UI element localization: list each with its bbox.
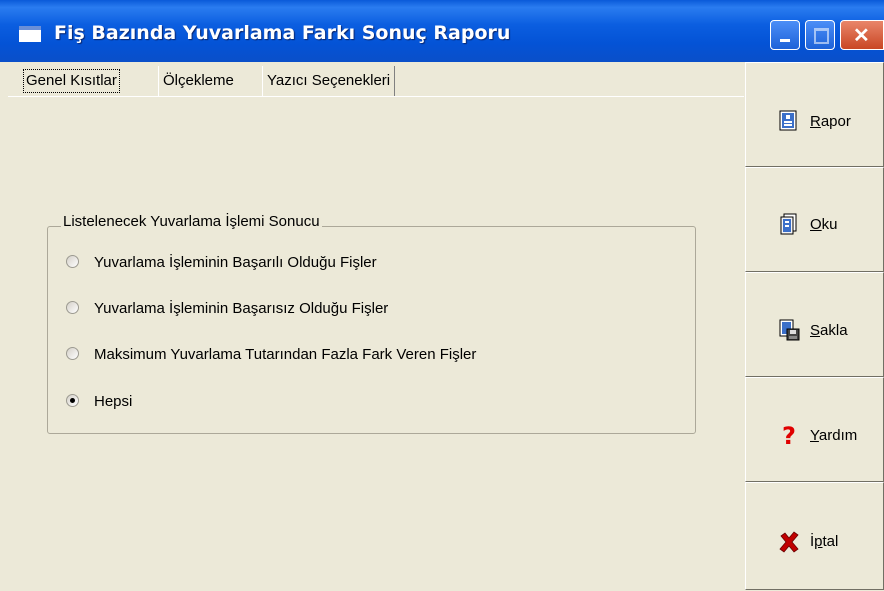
button-mnemonic: S (810, 322, 821, 339)
groupbox-title: Listelenecek Yuvarlama İşlemi Sonucu (61, 213, 322, 230)
side-button-panel: Rapor Oku Sakla ? Yardım İptal (745, 62, 884, 590)
iptal-button[interactable]: İptal (745, 482, 884, 590)
button-mnemonic: p (814, 533, 823, 550)
yardim-button[interactable]: ? Yardım (745, 377, 884, 482)
radio-label: Yuvarlama İşleminin Başarılı Olduğu Fişl… (94, 254, 377, 271)
minimize-button[interactable] (770, 20, 800, 50)
window-title: Fiş Bazında Yuvarlama Farkı Sonuç Raporu (54, 22, 511, 44)
read-icon (778, 213, 800, 235)
radio-button[interactable] (66, 394, 79, 407)
radio-button[interactable] (66, 301, 79, 314)
button-label: akla (820, 322, 848, 339)
radio-label: Maksimum Yuvarlama Tutarından Fazla Fark… (94, 346, 477, 363)
radio-label: Yuvarlama İşleminin Başarısız Olduğu Fiş… (94, 300, 389, 317)
tab-label: Ölçekleme (163, 72, 234, 89)
tab-genel-kisitlar[interactable]: Genel Kısıtlar (20, 66, 123, 96)
button-label: ardım (818, 427, 858, 444)
oku-button[interactable]: Oku (745, 167, 884, 272)
tab-yazici-secenekleri[interactable]: Yazıcı Seçenekleri (262, 66, 396, 96)
svg-text:?: ? (782, 423, 796, 447)
cancel-icon (778, 531, 800, 553)
close-button[interactable] (840, 20, 884, 50)
maximize-button[interactable] (805, 20, 835, 50)
window-icon (19, 26, 41, 42)
button-label: apor (820, 113, 851, 130)
report-dialog: Fiş Bazında Yuvarlama Farkı Sonuç Raporu… (0, 0, 884, 590)
button-mnemonic: R (810, 113, 821, 130)
button-mnemonic: O (810, 216, 822, 233)
help-icon: ? (778, 422, 800, 450)
button-label: ku (821, 216, 838, 233)
button-label: tal (822, 533, 839, 550)
report-icon (778, 110, 800, 132)
tab-olcekleme[interactable]: Ölçekleme (158, 66, 238, 96)
button-mnemonic: Y (810, 427, 819, 444)
sakla-button[interactable]: Sakla (745, 272, 884, 377)
rapor-button[interactable]: Rapor (745, 62, 884, 167)
radio-button[interactable] (66, 347, 79, 360)
tab-label: Genel Kısıtlar (23, 69, 120, 93)
save-icon (778, 319, 800, 341)
radio-label: Hepsi (94, 393, 133, 410)
title-bar[interactable]: Fiş Bazında Yuvarlama Farkı Sonuç Raporu (0, 0, 884, 62)
tab-label: Yazıcı Seçenekleri (267, 72, 391, 89)
radio-button[interactable] (66, 255, 79, 268)
